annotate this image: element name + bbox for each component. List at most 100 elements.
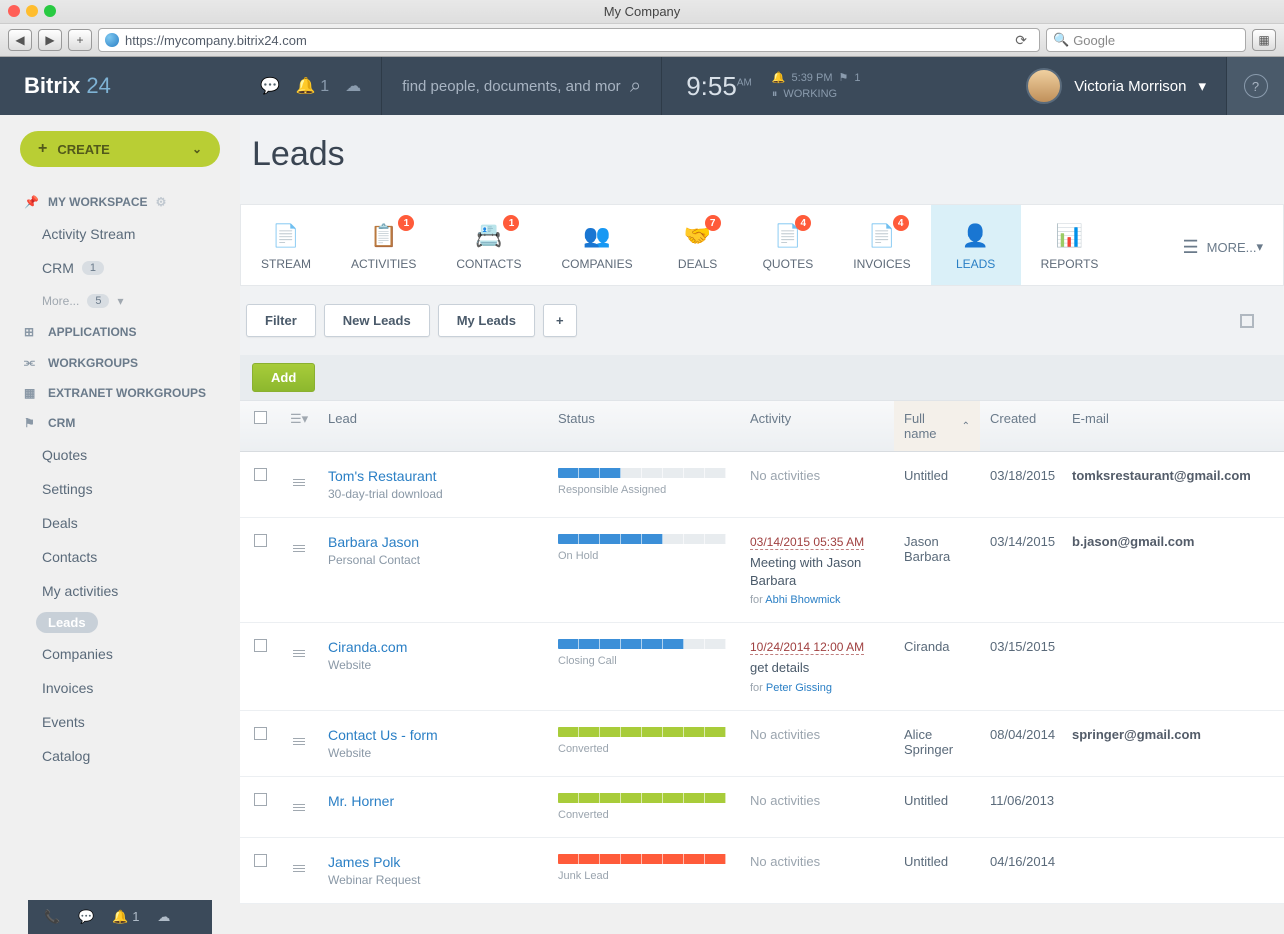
status-bar[interactable] <box>558 534 726 544</box>
view-toggle[interactable] <box>1240 314 1254 328</box>
sidebar-item-more-[interactable]: More...5 ▾ <box>0 285 240 317</box>
create-button[interactable]: + CREATE ⌄ <box>20 131 220 167</box>
close-window-button[interactable] <box>8 5 20 17</box>
lead-link[interactable]: Ciranda.com <box>328 639 538 655</box>
activity-date[interactable]: 10/24/2014 12:00 AM <box>750 640 864 655</box>
bell-icon[interactable]: 🔔 1 <box>112 909 139 925</box>
tab-leads[interactable]: 👤LEADS <box>931 205 1021 285</box>
sidebar-item-settings[interactable]: Settings <box>0 472 240 506</box>
global-search[interactable]: find people, documents, and mor ⌕ <box>381 57 661 115</box>
tab-deals[interactable]: 7🤝DEALS <box>653 205 743 285</box>
section-workspace[interactable]: 📌 MY WORKSPACE ⚙ <box>0 187 240 217</box>
sidebar-item-crm[interactable]: CRM1 <box>0 251 240 285</box>
tabs-button[interactable]: ▦ <box>1252 29 1276 51</box>
status-bar[interactable] <box>558 639 726 649</box>
sidebar-item-events[interactable]: Events <box>0 705 240 739</box>
lead-link[interactable]: James Polk <box>328 854 538 870</box>
tab-more[interactable]: ☰ MORE... ▾ <box>1162 205 1283 285</box>
add-bookmark-button[interactable]: + <box>68 29 92 51</box>
col-activity[interactable]: Activity <box>740 401 894 451</box>
row-checkbox[interactable] <box>254 639 267 652</box>
sidebar-item-deals[interactable]: Deals <box>0 506 240 540</box>
sidebar-item-activity-stream[interactable]: Activity Stream <box>0 217 240 251</box>
tab-companies[interactable]: 👥COMPANIES <box>541 205 652 285</box>
sidebar-item-leads[interactable]: Leads <box>36 612 98 633</box>
add-button[interactable]: Add <box>252 363 315 392</box>
lead-link[interactable]: Barbara Jason <box>328 534 538 550</box>
lead-source: Website <box>328 746 538 760</box>
sidebar-item-contacts[interactable]: Contacts <box>0 540 240 574</box>
sidebar-item-invoices[interactable]: Invoices <box>0 671 240 705</box>
gear-icon[interactable]: ⚙ <box>156 195 167 209</box>
col-lead[interactable]: Lead <box>318 401 548 451</box>
url-bar[interactable]: https://mycompany.bitrix24.com ⟳ <box>98 28 1040 52</box>
status-bar[interactable] <box>558 793 726 803</box>
sidebar-item-my-activities[interactable]: My activities <box>0 574 240 608</box>
filter-my-leads[interactable]: My Leads <box>438 304 535 337</box>
status-bar[interactable] <box>558 468 726 478</box>
row-menu[interactable] <box>280 711 318 761</box>
section-applications[interactable]: ⊞ APPLICATIONS <box>0 317 240 347</box>
section-workgroups[interactable]: ⫘ WORKGROUPS <box>0 347 240 378</box>
row-checkbox[interactable] <box>254 727 267 740</box>
filter-filter[interactable]: Filter <box>246 304 316 337</box>
col-created[interactable]: Created <box>980 401 1062 451</box>
row-checkbox[interactable] <box>254 793 267 806</box>
row-menu[interactable] <box>280 452 318 502</box>
add-filter-button[interactable]: + <box>543 304 577 337</box>
forward-button[interactable]: ▶ <box>38 29 62 51</box>
activity-date[interactable]: 03/14/2015 05:35 AM <box>750 535 864 550</box>
col-email[interactable]: E-mail <box>1062 401 1284 451</box>
tab-contacts[interactable]: 1📇CONTACTS <box>436 205 541 285</box>
section-crm[interactable]: ⚑ CRM <box>0 408 240 438</box>
tab-activities[interactable]: 1📋ACTIVITIES <box>331 205 436 285</box>
logo[interactable]: Bitrix 24 <box>0 73 240 99</box>
minimize-window-button[interactable] <box>26 5 38 17</box>
activity-person-link[interactable]: Abhi Bhowmick <box>765 594 840 606</box>
lead-link[interactable]: Tom's Restaurant <box>328 468 538 484</box>
row-menu[interactable] <box>280 838 318 888</box>
activity-text: get details <box>750 659 884 677</box>
tab-invoices[interactable]: 4📄INVOICES <box>833 205 930 285</box>
cloud-icon[interactable]: ☁ <box>345 76 361 96</box>
sidebar-item-companies[interactable]: Companies <box>0 637 240 671</box>
status-bar[interactable] <box>558 727 726 737</box>
sidebar-item-catalog[interactable]: Catalog <box>0 739 240 773</box>
col-full-name[interactable]: Full name⌃ <box>894 401 980 451</box>
section-extranet[interactable]: ▦ EXTRANET WORKGROUPS <box>0 378 240 408</box>
header-menu-icon[interactable]: ☰▾ <box>280 401 318 451</box>
tab-stream[interactable]: 📄STREAM <box>241 205 331 285</box>
row-menu[interactable] <box>280 777 318 827</box>
tab-quotes[interactable]: 4📄QUOTES <box>743 205 834 285</box>
cloud-icon[interactable]: ☁ <box>157 909 170 925</box>
user-menu[interactable]: Victoria Morrison ▾ <box>1006 68 1226 104</box>
row-menu[interactable] <box>280 623 318 673</box>
status-bar[interactable] <box>558 854 726 864</box>
phone-icon[interactable]: 📞 <box>44 909 60 925</box>
row-checkbox[interactable] <box>254 854 267 867</box>
browser-search[interactable]: 🔍 Google <box>1046 28 1246 52</box>
tab-reports[interactable]: 📊REPORTS <box>1021 205 1119 285</box>
select-all-checkbox[interactable] <box>254 411 267 424</box>
reload-icon[interactable]: ⟳ <box>1009 32 1033 49</box>
sidebar-item-quotes[interactable]: Quotes <box>0 438 240 472</box>
col-status[interactable]: Status <box>548 401 740 451</box>
activity-person-link[interactable]: Peter Gissing <box>766 682 832 694</box>
zoom-window-button[interactable] <box>44 5 56 17</box>
bell-icon[interactable]: 🔔 1 <box>296 76 329 96</box>
lead-link[interactable]: Mr. Horner <box>328 793 538 809</box>
row-menu[interactable] <box>280 518 318 568</box>
help-button[interactable]: ? <box>1226 57 1284 115</box>
row-checkbox[interactable] <box>254 534 267 547</box>
chat-icon[interactable]: 💬 <box>260 76 280 96</box>
lead-link[interactable]: Contact Us - form <box>328 727 538 743</box>
badge: 7 <box>705 215 721 231</box>
activity-text: Meeting with Jason Barbara <box>750 554 884 590</box>
back-button[interactable]: ◀ <box>8 29 32 51</box>
menu-icon <box>293 545 305 552</box>
chat-icon[interactable]: 💬 <box>78 909 94 925</box>
email <box>1062 777 1284 809</box>
row-checkbox[interactable] <box>254 468 267 481</box>
clock-widget[interactable]: 9:55AM 🔔5:39 PM ⚑1 ⏸WORKING <box>661 57 884 115</box>
filter-new-leads[interactable]: New Leads <box>324 304 430 337</box>
